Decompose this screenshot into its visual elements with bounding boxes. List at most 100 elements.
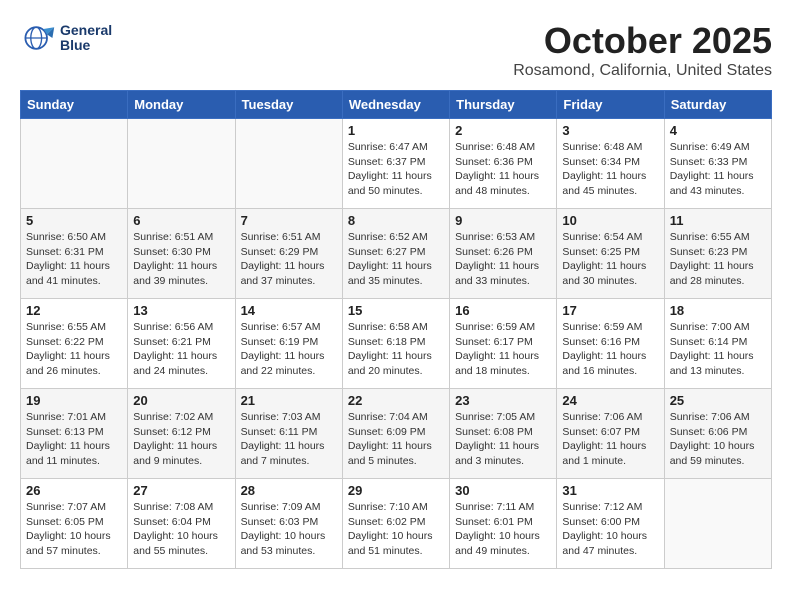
day-number: 24 [562, 393, 658, 408]
weekday-header: Friday [557, 91, 664, 119]
calendar-cell: 31 Sunrise: 7:12 AM Sunset: 6:00 PM Dayli… [557, 479, 664, 569]
day-content: Sunrise: 6:48 AM Sunset: 6:36 PM Dayligh… [455, 140, 551, 199]
day-number: 2 [455, 123, 551, 138]
calendar-cell: 23 Sunrise: 7:05 AM Sunset: 6:08 PM Dayli… [450, 389, 557, 479]
day-number: 7 [241, 213, 337, 228]
day-content: Sunrise: 7:05 AM Sunset: 6:08 PM Dayligh… [455, 410, 551, 469]
calendar-cell: 2 Sunrise: 6:48 AM Sunset: 6:36 PM Daylig… [450, 119, 557, 209]
calendar-cell: 18 Sunrise: 7:00 AM Sunset: 6:14 PM Dayli… [664, 299, 771, 389]
calendar-cell: 7 Sunrise: 6:51 AM Sunset: 6:29 PM Daylig… [235, 209, 342, 299]
calendar-cell: 13 Sunrise: 6:56 AM Sunset: 6:21 PM Dayli… [128, 299, 235, 389]
calendar-cell: 29 Sunrise: 7:10 AM Sunset: 6:02 PM Dayli… [342, 479, 449, 569]
day-content: Sunrise: 6:55 AM Sunset: 6:23 PM Dayligh… [670, 230, 766, 289]
day-content: Sunrise: 7:01 AM Sunset: 6:13 PM Dayligh… [26, 410, 122, 469]
day-number: 8 [348, 213, 444, 228]
calendar-cell: 4 Sunrise: 6:49 AM Sunset: 6:33 PM Daylig… [664, 119, 771, 209]
calendar-week-row: 26Sunrise: 7:07 AM Sunset: 6:05 PM Dayli… [21, 479, 772, 569]
calendar-cell: 8 Sunrise: 6:52 AM Sunset: 6:27 PM Daylig… [342, 209, 449, 299]
calendar-cell: 14Sunrise: 6:57 AM Sunset: 6:19 PM Dayli… [235, 299, 342, 389]
calendar-cell: 16 Sunrise: 6:59 AM Sunset: 6:17 PM Dayli… [450, 299, 557, 389]
logo: General Blue [20, 20, 112, 56]
logo-icon [20, 20, 56, 56]
calendar-cell: 24 Sunrise: 7:06 AM Sunset: 6:07 PM Dayli… [557, 389, 664, 479]
day-content: Sunrise: 6:55 AM Sunset: 6:22 PM Dayligh… [26, 320, 122, 379]
weekday-header: Saturday [664, 91, 771, 119]
day-number: 30 [455, 483, 551, 498]
calendar-week-row: 12Sunrise: 6:55 AM Sunset: 6:22 PM Dayli… [21, 299, 772, 389]
day-number: 27 [133, 483, 229, 498]
day-number: 25 [670, 393, 766, 408]
day-number: 16 [455, 303, 551, 318]
calendar-cell: 17 Sunrise: 6:59 AM Sunset: 6:16 PM Dayli… [557, 299, 664, 389]
day-content: Sunrise: 6:51 AM Sunset: 6:29 PM Dayligh… [241, 230, 337, 289]
day-content: Sunrise: 6:47 AM Sunset: 6:37 PM Dayligh… [348, 140, 444, 199]
calendar-table: SundayMondayTuesdayWednesdayThursdayFrid… [20, 90, 772, 569]
day-content: Sunrise: 6:50 AM Sunset: 6:31 PM Dayligh… [26, 230, 122, 289]
weekday-header: Monday [128, 91, 235, 119]
calendar-cell: 15Sunrise: 6:58 AM Sunset: 6:18 PM Dayli… [342, 299, 449, 389]
day-number: 20 [133, 393, 229, 408]
logo-text: General Blue [60, 23, 112, 54]
calendar-week-row: 19 Sunrise: 7:01 AM Sunset: 6:13 PM Dayli… [21, 389, 772, 479]
day-number: 4 [670, 123, 766, 138]
weekday-header: Tuesday [235, 91, 342, 119]
day-content: Sunrise: 7:00 AM Sunset: 6:14 PM Dayligh… [670, 320, 766, 379]
calendar-cell: 25Sunrise: 7:06 AM Sunset: 6:06 PM Dayli… [664, 389, 771, 479]
day-content: Sunrise: 6:53 AM Sunset: 6:26 PM Dayligh… [455, 230, 551, 289]
day-content: Sunrise: 7:06 AM Sunset: 6:07 PM Dayligh… [562, 410, 658, 469]
calendar-cell: 1 Sunrise: 6:47 AM Sunset: 6:37 PM Daylig… [342, 119, 449, 209]
day-number: 31 [562, 483, 658, 498]
weekday-header: Thursday [450, 91, 557, 119]
day-content: Sunrise: 7:03 AM Sunset: 6:11 PM Dayligh… [241, 410, 337, 469]
calendar-cell: 5 Sunrise: 6:50 AM Sunset: 6:31 PM Daylig… [21, 209, 128, 299]
calendar-cell: 10Sunrise: 6:54 AM Sunset: 6:25 PM Dayli… [557, 209, 664, 299]
calendar-cell: 28Sunrise: 7:09 AM Sunset: 6:03 PM Dayli… [235, 479, 342, 569]
calendar-cell: 20Sunrise: 7:02 AM Sunset: 6:12 PM Dayli… [128, 389, 235, 479]
day-number: 13 [133, 303, 229, 318]
day-content: Sunrise: 6:54 AM Sunset: 6:25 PM Dayligh… [562, 230, 658, 289]
day-content: Sunrise: 6:52 AM Sunset: 6:27 PM Dayligh… [348, 230, 444, 289]
day-content: Sunrise: 7:09 AM Sunset: 6:03 PM Dayligh… [241, 500, 337, 559]
calendar-cell [664, 479, 771, 569]
day-number: 23 [455, 393, 551, 408]
day-content: Sunrise: 7:11 AM Sunset: 6:01 PM Dayligh… [455, 500, 551, 559]
day-content: Sunrise: 7:08 AM Sunset: 6:04 PM Dayligh… [133, 500, 229, 559]
day-number: 1 [348, 123, 444, 138]
calendar-cell [21, 119, 128, 209]
calendar-week-row: 5 Sunrise: 6:50 AM Sunset: 6:31 PM Daylig… [21, 209, 772, 299]
day-content: Sunrise: 6:49 AM Sunset: 6:33 PM Dayligh… [670, 140, 766, 199]
day-content: Sunrise: 7:12 AM Sunset: 6:00 PM Dayligh… [562, 500, 658, 559]
day-number: 5 [26, 213, 122, 228]
day-content: Sunrise: 6:56 AM Sunset: 6:21 PM Dayligh… [133, 320, 229, 379]
weekday-header: Wednesday [342, 91, 449, 119]
day-number: 6 [133, 213, 229, 228]
day-content: Sunrise: 6:51 AM Sunset: 6:30 PM Dayligh… [133, 230, 229, 289]
day-number: 15 [348, 303, 444, 318]
day-content: Sunrise: 6:59 AM Sunset: 6:17 PM Dayligh… [455, 320, 551, 379]
day-content: Sunrise: 6:57 AM Sunset: 6:19 PM Dayligh… [241, 320, 337, 379]
day-number: 3 [562, 123, 658, 138]
day-content: Sunrise: 6:59 AM Sunset: 6:16 PM Dayligh… [562, 320, 658, 379]
day-content: Sunrise: 7:04 AM Sunset: 6:09 PM Dayligh… [348, 410, 444, 469]
day-content: Sunrise: 7:07 AM Sunset: 6:05 PM Dayligh… [26, 500, 122, 559]
location: Rosamond, California, United States [513, 62, 772, 80]
calendar-cell [128, 119, 235, 209]
calendar-cell: 3 Sunrise: 6:48 AM Sunset: 6:34 PM Daylig… [557, 119, 664, 209]
month-title: October 2025 [513, 20, 772, 62]
day-content: Sunrise: 7:10 AM Sunset: 6:02 PM Dayligh… [348, 500, 444, 559]
weekday-header: Sunday [21, 91, 128, 119]
calendar-cell: 12Sunrise: 6:55 AM Sunset: 6:22 PM Dayli… [21, 299, 128, 389]
calendar-cell: 26Sunrise: 7:07 AM Sunset: 6:05 PM Dayli… [21, 479, 128, 569]
day-number: 9 [455, 213, 551, 228]
day-number: 11 [670, 213, 766, 228]
day-number: 17 [562, 303, 658, 318]
day-content: Sunrise: 6:48 AM Sunset: 6:34 PM Dayligh… [562, 140, 658, 199]
day-number: 18 [670, 303, 766, 318]
calendar-cell: 27 Sunrise: 7:08 AM Sunset: 6:04 PM Dayli… [128, 479, 235, 569]
day-number: 19 [26, 393, 122, 408]
day-number: 29 [348, 483, 444, 498]
calendar-cell: 11 Sunrise: 6:55 AM Sunset: 6:23 PM Dayli… [664, 209, 771, 299]
calendar-cell: 9 Sunrise: 6:53 AM Sunset: 6:26 PM Daylig… [450, 209, 557, 299]
page-header: General Blue October 2025 Rosamond, Cali… [20, 20, 772, 80]
calendar-cell: 22Sunrise: 7:04 AM Sunset: 6:09 PM Dayli… [342, 389, 449, 479]
